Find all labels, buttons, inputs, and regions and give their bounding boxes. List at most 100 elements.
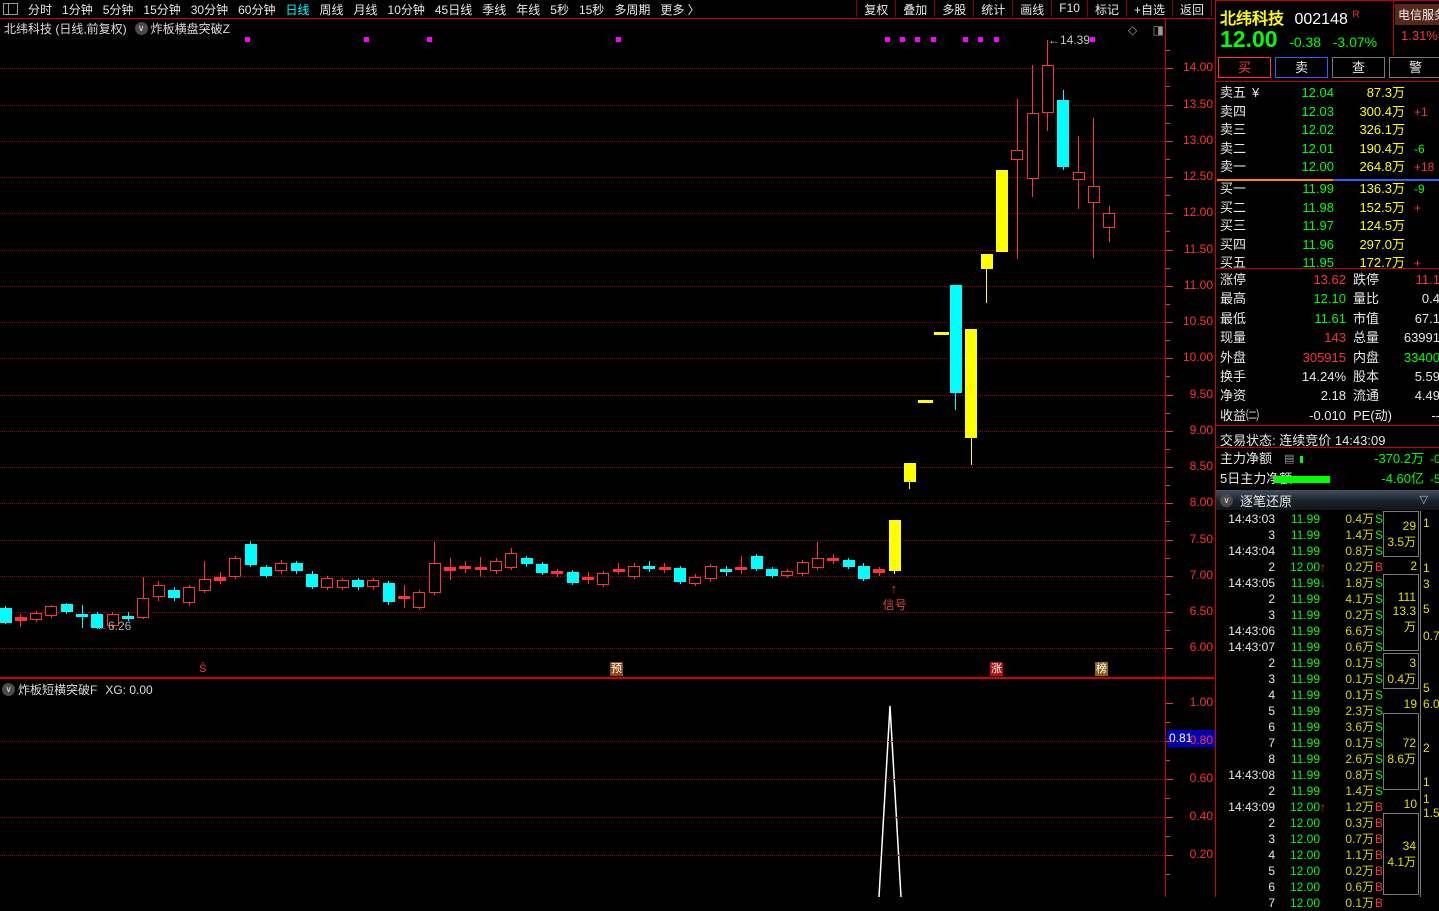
menu-item-F10[interactable]: F10 — [1051, 0, 1087, 17]
axis-tick — [1166, 576, 1173, 577]
警-button[interactable]: 警 — [1389, 57, 1439, 78]
menu-item-15秒[interactable]: 15秒 — [574, 0, 609, 19]
menu-item-日线[interactable]: 日线 — [280, 0, 314, 19]
candle-body — [628, 566, 640, 577]
menu-item-多股[interactable]: 多股 — [934, 0, 973, 17]
menu-item-季线[interactable]: 季线 — [477, 0, 511, 19]
candle-body — [260, 567, 272, 576]
gridline — [0, 213, 1165, 214]
level-row: 卖四12.03300.4万+1 — [1216, 103, 1439, 122]
tick-volume: 0.1万 — [1328, 655, 1374, 671]
menu-item-60分钟[interactable]: 60分钟 — [233, 0, 280, 19]
tick-volume: 3.6万 — [1328, 719, 1374, 735]
level-row: 卖五¥12.0487.3万 — [1216, 84, 1439, 103]
tick-aggregate-cut: 5 — [1423, 681, 1439, 695]
tick-aggregate: 344.1万 — [1383, 813, 1419, 895]
level-label: 买三 — [1220, 217, 1246, 236]
tick-price: 12.00 — [1276, 879, 1320, 895]
axis-label: 0.40 — [1190, 809, 1213, 823]
menu-item-1分钟[interactable]: 1分钟 — [57, 0, 98, 19]
tick-volume: 0.1万 — [1328, 671, 1374, 687]
axis-tick — [1166, 594, 1170, 595]
tick-list-header[interactable]: ∨ 逐笔还原 ▽ — [1216, 490, 1439, 510]
menu-item-分时[interactable]: 分时 — [23, 0, 57, 19]
tick-price: 11.99 — [1276, 543, 1320, 559]
axis-label: 12.00 — [1183, 205, 1213, 219]
stat-row: 现量143总量63991 — [1216, 328, 1439, 347]
tick-time: 7 — [1219, 735, 1275, 751]
candle-body — [843, 560, 855, 567]
axis-tick — [1166, 503, 1173, 504]
menu-item-+自选[interactable]: +自选 — [1126, 0, 1172, 17]
menu-item-月线[interactable]: 月线 — [349, 0, 383, 19]
level-volume: 124.5万 — [1336, 217, 1405, 236]
menu-item-多周期[interactable]: 多周期 — [609, 0, 655, 19]
candle-body — [367, 580, 379, 587]
tick-time: 3 — [1219, 671, 1275, 687]
candle-body — [1103, 213, 1115, 228]
tick-price: 11.99 — [1276, 767, 1320, 783]
menu-item-统计[interactable]: 统计 — [973, 0, 1012, 17]
indicator-pane[interactable]: ∨ 炸板短横突破F XG: 0.00 — [0, 679, 1165, 897]
menu-item-15分钟[interactable]: 15分钟 — [138, 0, 185, 19]
menu-item-45日线[interactable]: 45日线 — [430, 0, 477, 19]
candle-body — [398, 596, 410, 599]
tick-row: 211.994.1万S — [1216, 591, 1386, 607]
查-button[interactable]: 查 — [1332, 57, 1385, 78]
axis-tick — [1166, 322, 1173, 323]
bid-ask-separator — [1217, 179, 1439, 181]
level-row: 卖二12.01190.4万-6 — [1216, 140, 1439, 159]
axis-tick — [1166, 105, 1173, 106]
axis-tick — [1166, 648, 1173, 649]
menu-item-更多 〉[interactable]: 更多 〉 — [655, 0, 704, 19]
menu-item-10分钟[interactable]: 10分钟 — [383, 0, 430, 19]
layout-icon[interactable] — [3, 3, 18, 15]
price-axis: 14.0013.5013.0012.5012.0011.5011.0010.50… — [1165, 18, 1215, 678]
sector-name[interactable]: 电信服务 — [1395, 4, 1439, 25]
menu-item-30分钟[interactable]: 30分钟 — [186, 0, 233, 19]
candle-body — [1073, 172, 1085, 180]
axis-label: 9.00 — [1190, 423, 1213, 437]
flow-row: 5日主力净额-4.60亿-5 — [1216, 469, 1439, 489]
filter-icon[interactable]: ▽ — [1420, 493, 1428, 506]
menu-item-5分钟[interactable]: 5分钟 — [98, 0, 139, 19]
menu-item-5秒[interactable]: 5秒 — [545, 0, 574, 19]
tick-volume: 0.4万 — [1328, 511, 1374, 527]
gridline — [0, 467, 1165, 468]
tick-volume: 0.7万 — [1328, 831, 1374, 847]
axis-tick — [1166, 86, 1170, 87]
tick-volume: 1.4万 — [1328, 527, 1374, 543]
axis-tick — [1166, 195, 1170, 196]
collapse-icon[interactable]: ∨ — [1220, 494, 1233, 507]
candle-body — [490, 561, 502, 571]
menu-item-叠加[interactable]: 叠加 — [895, 0, 934, 17]
gridline — [0, 431, 1165, 432]
tick-volume: 0.6万 — [1328, 639, 1374, 655]
gridline — [0, 322, 1165, 323]
menu-item-周线[interactable]: 周线 — [314, 0, 348, 19]
tick-time: 4 — [1219, 687, 1275, 703]
买-button[interactable]: 买 — [1218, 57, 1271, 78]
stat-row: 最低11.61市值67.1 — [1216, 309, 1439, 328]
tick-time: 6 — [1219, 879, 1275, 895]
menu-item-返回[interactable]: 返回 — [1172, 0, 1212, 17]
menu-item-画线[interactable]: 画线 — [1012, 0, 1051, 17]
candle-body — [383, 583, 395, 602]
menu-item-标记[interactable]: 标记 — [1087, 0, 1126, 17]
sector-box[interactable]: 电信服务 1.31% — [1395, 4, 1439, 43]
candle-body — [306, 574, 318, 587]
candle-body — [597, 573, 609, 585]
menu-item-复权[interactable]: 复权 — [856, 0, 895, 17]
signal-dot — [1090, 37, 1095, 42]
卖-button[interactable]: 卖 — [1275, 57, 1328, 78]
signal-dot — [364, 37, 369, 42]
menu-item-年线[interactable]: 年线 — [511, 0, 545, 19]
candle-body — [996, 170, 1008, 252]
price-change: -0.38 — [1289, 34, 1321, 50]
axis-label: 11.00 — [1184, 278, 1213, 292]
axis-label: 1.00 — [1190, 695, 1213, 709]
level-label: 卖一 — [1220, 158, 1246, 177]
axis-tick — [1166, 304, 1170, 305]
tick-volume: 2.6万 — [1328, 751, 1374, 767]
candlestick-chart[interactable]: ←14.39←6.26↑信号 — [0, 18, 1165, 678]
